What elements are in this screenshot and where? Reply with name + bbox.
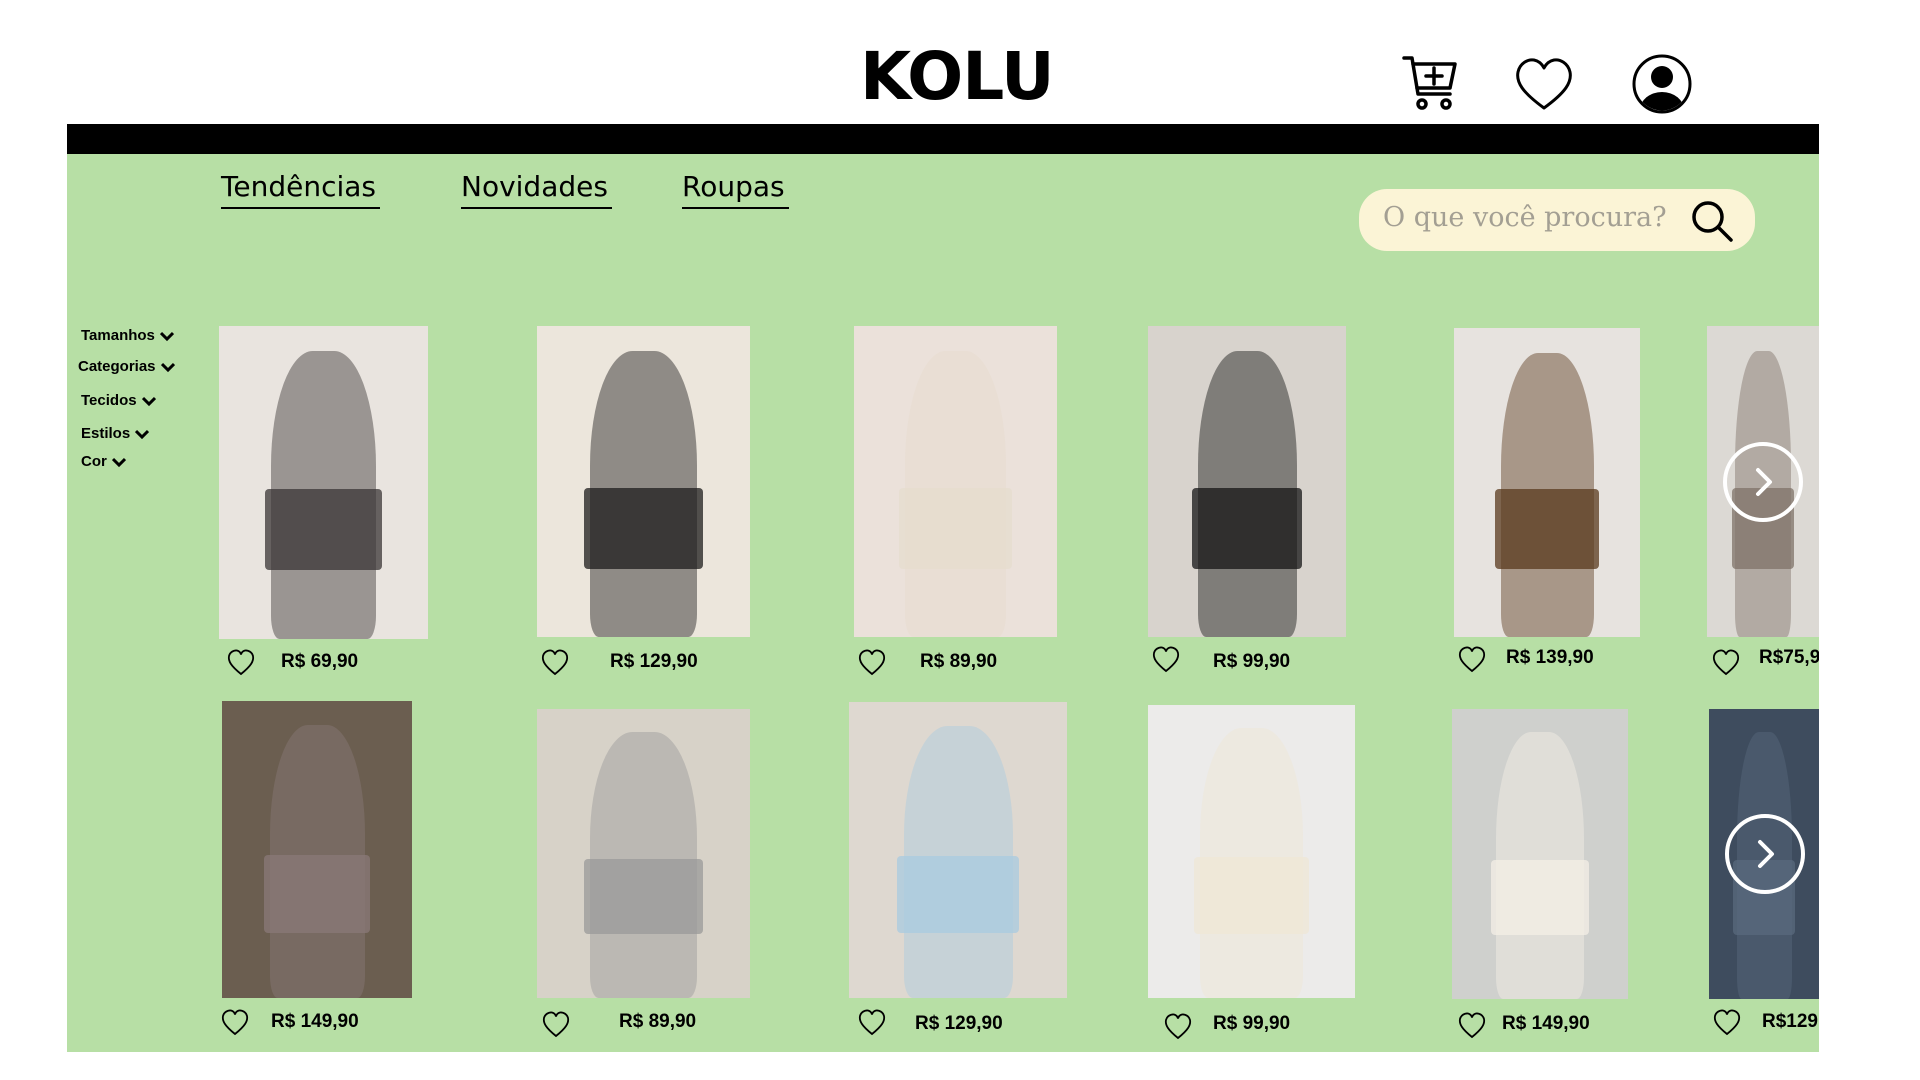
catalog-panel: Tendências Novidades Roupas O que você p… bbox=[67, 154, 1819, 1052]
favorite-heart-icon[interactable] bbox=[1711, 648, 1741, 676]
product-price: R$ 99,90 bbox=[1213, 651, 1291, 672]
filter-label: Tamanhos bbox=[81, 327, 155, 344]
filter-cor[interactable]: Cor bbox=[81, 453, 126, 470]
search-input[interactable]: O que você procura? bbox=[1359, 189, 1755, 251]
product-image[interactable] bbox=[854, 326, 1057, 637]
product-price: R$ 89,90 bbox=[920, 651, 998, 672]
header-divider-bar bbox=[67, 124, 1819, 154]
filter-categorias[interactable]: Categorias bbox=[78, 358, 175, 375]
favorite-heart-icon[interactable] bbox=[540, 648, 570, 676]
product-price: R$ 149,90 bbox=[1502, 1013, 1590, 1034]
chevron-down-icon bbox=[160, 362, 175, 372]
favorite-heart-icon[interactable] bbox=[1151, 645, 1181, 673]
filter-label: Tecidos bbox=[81, 392, 137, 409]
search-icon[interactable] bbox=[1689, 198, 1735, 244]
logo[interactable]: KOLU bbox=[860, 38, 1055, 115]
product-price: R$ 139,90 bbox=[1506, 647, 1594, 668]
product-price: R$ 129,90 bbox=[610, 651, 698, 672]
nav-roupas[interactable]: Roupas bbox=[682, 171, 789, 209]
favorite-heart-icon[interactable] bbox=[1712, 1008, 1742, 1036]
favorite-heart-icon[interactable] bbox=[226, 648, 256, 676]
product-image[interactable] bbox=[1454, 328, 1640, 637]
filter-tecidos[interactable]: Tecidos bbox=[81, 392, 156, 409]
chevron-right-icon bbox=[1758, 840, 1774, 868]
product-image[interactable] bbox=[537, 326, 750, 637]
chevron-down-icon bbox=[111, 457, 126, 467]
product-price: R$129 bbox=[1762, 1011, 1818, 1032]
product-image[interactable] bbox=[1148, 705, 1355, 998]
product-price: R$ 69,90 bbox=[281, 651, 359, 672]
product-price: R$75,9 bbox=[1759, 647, 1819, 668]
product-image[interactable] bbox=[849, 702, 1067, 998]
carousel-next-button[interactable] bbox=[1723, 442, 1803, 522]
search-placeholder: O que você procura? bbox=[1383, 202, 1667, 233]
chevron-down-icon bbox=[141, 396, 156, 406]
favorite-heart-icon[interactable] bbox=[1457, 1011, 1487, 1039]
filter-tamanhos[interactable]: Tamanhos bbox=[81, 327, 174, 344]
product-price: R$ 129,90 bbox=[915, 1013, 1003, 1034]
favorite-heart-icon[interactable] bbox=[220, 1008, 250, 1036]
product-image[interactable] bbox=[1452, 709, 1628, 999]
product-price: R$ 89,90 bbox=[619, 1011, 697, 1032]
cart-add-icon[interactable] bbox=[1400, 52, 1464, 116]
filter-label: Categorias bbox=[78, 358, 156, 375]
favorite-heart-icon[interactable] bbox=[857, 1008, 887, 1036]
heart-icon[interactable] bbox=[1512, 52, 1576, 116]
favorite-heart-icon[interactable] bbox=[541, 1010, 571, 1038]
user-icon[interactable] bbox=[1630, 52, 1694, 116]
filter-label: Cor bbox=[81, 453, 107, 470]
favorite-heart-icon[interactable] bbox=[857, 648, 887, 676]
product-price: R$ 99,90 bbox=[1213, 1013, 1291, 1034]
product-image[interactable] bbox=[222, 701, 412, 998]
carousel-next-button[interactable] bbox=[1725, 814, 1805, 894]
chevron-right-icon bbox=[1756, 468, 1772, 496]
favorite-heart-icon[interactable] bbox=[1457, 645, 1487, 673]
product-image[interactable] bbox=[219, 326, 428, 639]
nav-tendencias[interactable]: Tendências bbox=[221, 171, 380, 209]
filter-label: Estilos bbox=[81, 425, 131, 442]
filter-estilos[interactable]: Estilos bbox=[81, 425, 150, 442]
chevron-down-icon bbox=[159, 331, 174, 341]
nav-novidades[interactable]: Novidades bbox=[461, 171, 612, 209]
product-image[interactable] bbox=[1148, 326, 1346, 637]
product-price: R$ 149,90 bbox=[271, 1011, 359, 1032]
favorite-heart-icon[interactable] bbox=[1163, 1012, 1193, 1040]
chevron-down-icon bbox=[135, 429, 150, 439]
product-image[interactable] bbox=[537, 709, 750, 998]
